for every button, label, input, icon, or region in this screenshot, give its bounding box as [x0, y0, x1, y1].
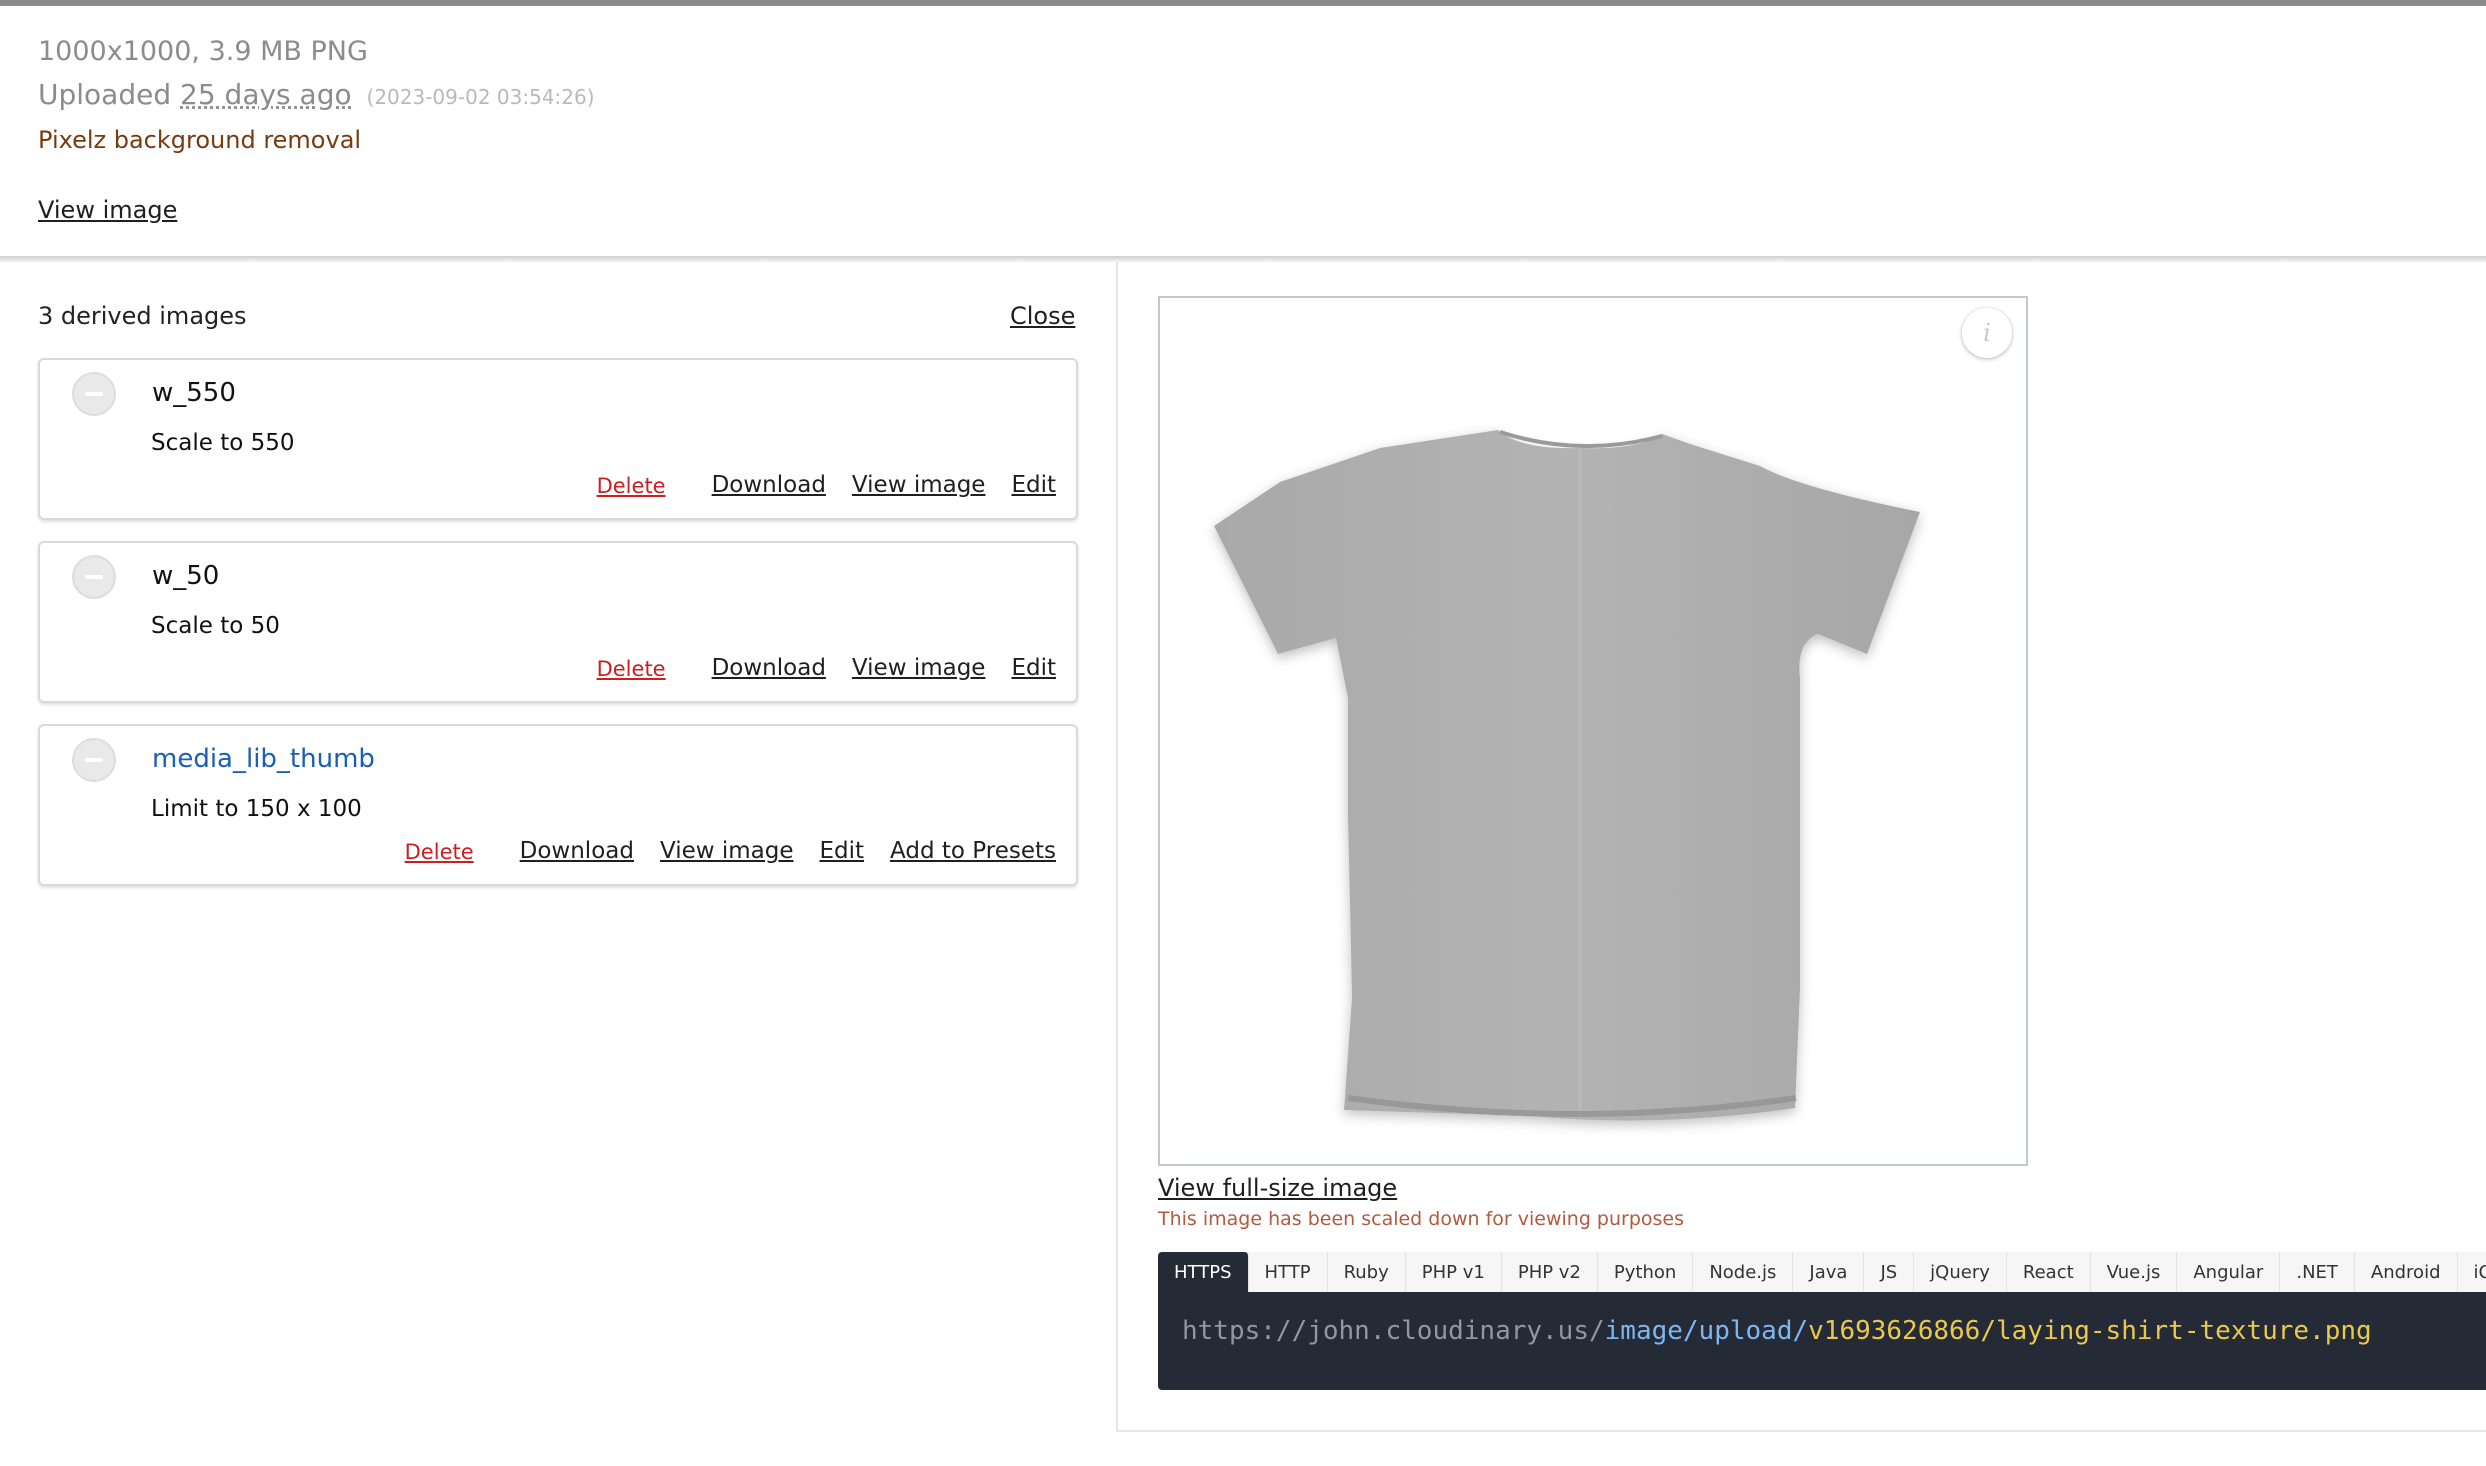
- url-base: https://john.cloudinary.us/: [1182, 1316, 1605, 1346]
- view-image-link[interactable]: View image: [852, 472, 986, 498]
- panel-bottom-border: [1118, 1430, 2486, 1432]
- upload-info: Uploaded 25 days ago (2023-09-02 03:54:2…: [38, 78, 595, 111]
- edit-link[interactable]: Edit: [1011, 472, 1056, 498]
- derived-name: w_50: [152, 561, 220, 591]
- derived-card-media-lib-thumb: media_lib_thumb Limit to 150 x 100 Delet…: [38, 724, 1078, 886]
- delete-link[interactable]: Delete: [405, 840, 474, 866]
- asset-meta: 1000x1000, 3.9 MB PNG: [38, 36, 368, 67]
- derived-description: Scale to 550: [151, 430, 295, 456]
- derived-name-link[interactable]: media_lib_thumb: [152, 744, 375, 774]
- tab-ios[interactable]: iOS: [2458, 1252, 2486, 1292]
- tab-js[interactable]: JS: [1864, 1252, 1915, 1292]
- scaled-note: This image has been scaled down for view…: [1158, 1208, 1685, 1230]
- edit-link[interactable]: Edit: [1011, 655, 1056, 681]
- derived-description: Limit to 150 x 100: [151, 796, 362, 822]
- view-image-link[interactable]: View image: [852, 655, 986, 681]
- close-link[interactable]: Close: [1010, 302, 1075, 330]
- tab-jquery[interactable]: jQuery: [1914, 1252, 2007, 1292]
- tab-vuejs[interactable]: Vue.js: [2091, 1252, 2178, 1292]
- download-link[interactable]: Download: [712, 472, 826, 498]
- derived-name: w_550: [152, 378, 236, 408]
- tshirt-image: [1214, 430, 1920, 1121]
- uploaded-ago: 25 days ago: [180, 78, 352, 111]
- delete-link[interactable]: Delete: [597, 657, 666, 683]
- url-file: v1693626866/laying-shirt-texture.png: [1808, 1316, 2372, 1346]
- addon-label: Pixelz background removal: [38, 126, 362, 154]
- tab-android[interactable]: Android: [2355, 1252, 2458, 1292]
- info-icon[interactable]: i: [1962, 308, 2012, 358]
- tab-react[interactable]: React: [2007, 1252, 2091, 1292]
- derived-actions: Delete Download View image Edit Add to P…: [405, 838, 1056, 864]
- header-shadow: [0, 256, 2486, 262]
- panel-divider: [1116, 262, 1118, 1432]
- view-image-link[interactable]: View image: [38, 196, 177, 224]
- download-link[interactable]: Download: [520, 838, 634, 864]
- url-path: image/upload/: [1604, 1316, 1809, 1346]
- view-full-size-link[interactable]: View full-size image: [1158, 1174, 1397, 1202]
- view-image-link[interactable]: View image: [660, 838, 794, 864]
- url-code-block[interactable]: https://john.cloudinary.us/image/upload/…: [1158, 1292, 2486, 1390]
- tab-ruby[interactable]: Ruby: [1328, 1252, 1406, 1292]
- derived-card-w550: w_550 Scale to 550 Delete Download View …: [38, 358, 1078, 520]
- tab-dotnet[interactable]: .NET: [2280, 1252, 2355, 1292]
- delete-link[interactable]: Delete: [597, 474, 666, 500]
- uploaded-label: Uploaded: [38, 78, 172, 111]
- remove-icon[interactable]: [72, 372, 116, 416]
- derived-card-w50: w_50 Scale to 50 Delete Download View im…: [38, 541, 1078, 703]
- tab-http[interactable]: HTTP: [1249, 1252, 1328, 1292]
- add-to-presets-link[interactable]: Add to Presets: [890, 838, 1056, 864]
- tab-php-v1[interactable]: PHP v1: [1406, 1252, 1502, 1292]
- uploaded-timestamp: (2023-09-02 03:54:26): [366, 85, 595, 109]
- tab-nodejs[interactable]: Node.js: [1693, 1252, 1794, 1292]
- download-link[interactable]: Download: [712, 655, 826, 681]
- derived-actions: Delete Download View image Edit: [597, 655, 1056, 681]
- derived-count: 3 derived images: [38, 302, 247, 330]
- asset-header: 1000x1000, 3.9 MB PNG Uploaded 25 days a…: [0, 6, 2486, 258]
- tab-angular[interactable]: Angular: [2177, 1252, 2281, 1292]
- derived-actions: Delete Download View image Edit: [597, 472, 1056, 498]
- tshirt-shape: [1214, 430, 1920, 1121]
- tab-php-v2[interactable]: PHP v2: [1502, 1252, 1598, 1292]
- tab-python[interactable]: Python: [1598, 1252, 1694, 1292]
- tab-https[interactable]: HTTPS: [1158, 1252, 1249, 1292]
- tab-java[interactable]: Java: [1793, 1252, 1865, 1292]
- image-preview[interactable]: [1158, 296, 2028, 1166]
- derived-description: Scale to 50: [151, 613, 280, 639]
- code-tabs: HTTPS HTTP Ruby PHP v1 PHP v2 Python Nod…: [1158, 1252, 2486, 1292]
- remove-icon[interactable]: [72, 738, 116, 782]
- edit-link[interactable]: Edit: [820, 838, 865, 864]
- remove-icon[interactable]: [72, 555, 116, 599]
